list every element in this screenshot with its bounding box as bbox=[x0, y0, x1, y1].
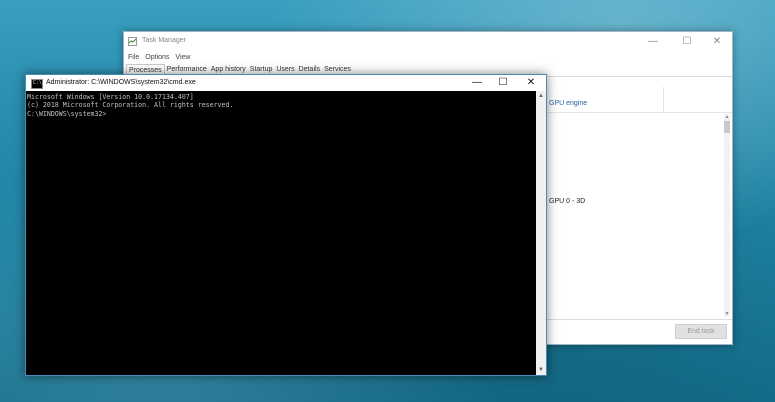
console-prompt: C:\WINDOWS\system32> bbox=[27, 109, 107, 118]
scroll-up-icon[interactable]: ▲ bbox=[536, 91, 546, 101]
task-manager-menubar: File Options View bbox=[124, 51, 732, 64]
cmd-console-output[interactable]: Microsoft Windows [Version 10.0.17134.40… bbox=[26, 91, 536, 375]
console-line: Microsoft Windows [Version 10.0.17134.40… bbox=[27, 93, 194, 101]
cmd-icon: C:\ bbox=[31, 79, 43, 89]
task-manager-titlebar[interactable]: Task Manager — ☐ ✕ bbox=[124, 32, 732, 51]
scroll-down-icon[interactable]: ▼ bbox=[724, 311, 730, 317]
menu-file[interactable]: File bbox=[128, 54, 139, 61]
minimize-icon[interactable]: — bbox=[464, 76, 490, 90]
cmd-titlebar[interactable]: C:\ Administrator: C:\WINDOWS\system32\c… bbox=[26, 75, 546, 91]
end-task-button[interactable]: End task bbox=[675, 324, 727, 339]
close-icon[interactable]: ✕ bbox=[706, 35, 728, 48]
menu-options[interactable]: Options bbox=[145, 54, 169, 61]
cmd-title: Administrator: C:\WINDOWS\system32\cmd.e… bbox=[46, 79, 196, 86]
scroll-up-icon[interactable]: ▲ bbox=[724, 114, 730, 120]
task-manager-title: Task Manager bbox=[142, 37, 186, 44]
column-header-gpu-engine[interactable]: GPU engine bbox=[549, 100, 587, 107]
menu-view[interactable]: View bbox=[175, 54, 190, 61]
column-separator bbox=[663, 87, 664, 112]
cmd-scrollbar[interactable]: ▲ ▼ bbox=[536, 91, 546, 375]
process-list-scrollbar[interactable]: ▲ ▼ bbox=[724, 114, 730, 317]
console-line: (c) 2018 Microsoft Corporation. All righ… bbox=[27, 101, 234, 110]
cmd-window: C:\ Administrator: C:\WINDOWS\system32\c… bbox=[25, 74, 547, 376]
maximize-icon[interactable]: ☐ bbox=[490, 76, 516, 90]
gpu-engine-cell: GPU 0 - 3D bbox=[549, 198, 586, 205]
scrollbar-thumb[interactable] bbox=[724, 121, 730, 133]
close-icon[interactable]: ✕ bbox=[518, 76, 544, 90]
maximize-icon[interactable]: ☐ bbox=[676, 35, 698, 48]
scroll-down-icon[interactable]: ▼ bbox=[536, 365, 546, 375]
task-manager-icon bbox=[128, 37, 137, 46]
minimize-icon[interactable]: — bbox=[642, 35, 664, 48]
